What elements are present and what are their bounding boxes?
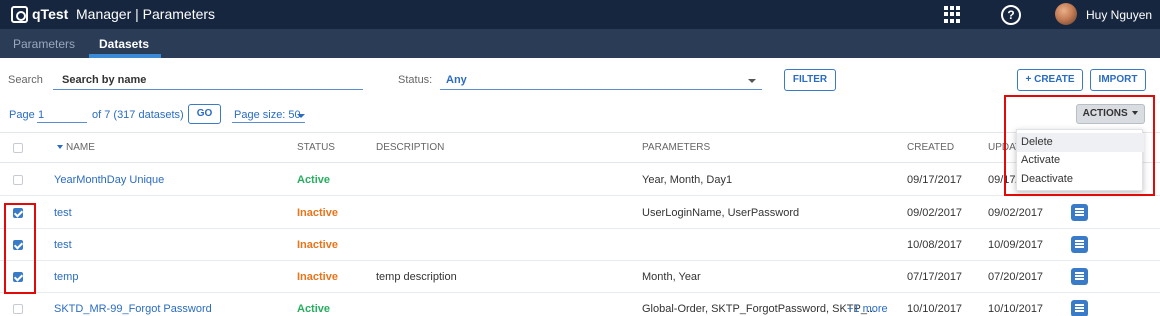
parameters-cell: Month, Year bbox=[642, 271, 701, 283]
sort-desc-icon bbox=[57, 145, 63, 150]
description-cell: temp description bbox=[376, 271, 457, 283]
tab-parameters[interactable]: Parameters bbox=[13, 37, 75, 51]
status-label: Status: bbox=[398, 74, 433, 86]
apps-grid-icon[interactable] bbox=[944, 6, 961, 23]
chevron-down-icon bbox=[297, 114, 305, 118]
dataset-name-link[interactable]: temp bbox=[54, 271, 78, 283]
qtest-logo-icon bbox=[11, 6, 28, 23]
dataset-name-link[interactable]: YearMonthDay Unique bbox=[54, 174, 164, 186]
view-details-icon[interactable] bbox=[1071, 236, 1088, 253]
status-badge: Active bbox=[297, 174, 331, 186]
table-header: NAME STATUS DESCRIPTION PARAMETERS CREAT… bbox=[0, 132, 1160, 163]
status-badge: Inactive bbox=[297, 207, 338, 219]
created-date: 10/08/2017 bbox=[907, 239, 963, 251]
column-header-parameters[interactable]: PARAMETERS bbox=[642, 142, 710, 153]
app-title: Manager | Parameters bbox=[76, 6, 216, 22]
page-label: Page bbox=[9, 109, 35, 121]
table-row[interactable]: test Inactive 10/08/2017 10/09/2017 bbox=[0, 229, 1160, 261]
dataset-name-link[interactable]: test bbox=[54, 239, 72, 251]
created-date: 09/17/2017 bbox=[907, 174, 963, 186]
user-name[interactable]: Huy Nguyen bbox=[1086, 8, 1152, 22]
pagination-row: Page 1 of 7 (317 datasets) GO Page size:… bbox=[0, 100, 1160, 130]
search-input[interactable]: Search by name bbox=[53, 70, 363, 90]
go-button[interactable]: GO bbox=[188, 104, 221, 124]
parameters-cell: Year, Month, Day1 bbox=[642, 174, 733, 186]
search-placeholder: Search by name bbox=[62, 74, 147, 86]
more-parameters-link[interactable]: +1 more bbox=[847, 303, 888, 315]
row-checkbox[interactable] bbox=[13, 304, 23, 314]
highlight-actions-box bbox=[1004, 95, 1155, 196]
page-number: 1 bbox=[38, 109, 45, 121]
brand-name: qTest bbox=[32, 6, 69, 22]
parameters-cell: Global-Order, SKTP_ForgotPassword, SKTP_… bbox=[642, 303, 877, 315]
dataset-name-link[interactable]: test bbox=[54, 207, 72, 219]
top-bar: qTest Manager | Parameters ? Huy Nguyen bbox=[0, 0, 1160, 29]
import-button[interactable]: IMPORT bbox=[1090, 69, 1146, 91]
column-header-label: NAME bbox=[66, 142, 95, 153]
created-date: 10/10/2017 bbox=[907, 303, 963, 315]
chevron-down-icon bbox=[748, 79, 756, 83]
status-badge: Inactive bbox=[297, 239, 338, 251]
page-count-text: of 7 (317 datasets) bbox=[92, 109, 184, 121]
filter-button[interactable]: FILTER bbox=[784, 69, 836, 91]
parameters-cell: UserLoginName, UserPassword bbox=[642, 207, 800, 219]
table-row[interactable]: test Inactive UserLoginName, UserPassword 0… bbox=[0, 197, 1160, 229]
highlight-checkboxes-box bbox=[4, 203, 36, 294]
created-date: 09/02/2017 bbox=[907, 207, 963, 219]
column-header-created[interactable]: CREATED bbox=[907, 142, 954, 153]
view-details-icon[interactable] bbox=[1071, 268, 1088, 285]
page-input[interactable]: 1 bbox=[37, 106, 87, 123]
updated-date: 10/10/2017 bbox=[988, 303, 1044, 315]
select-all-checkbox[interactable] bbox=[13, 143, 23, 153]
column-header-description[interactable]: DESCRIPTION bbox=[376, 142, 444, 153]
view-details-icon[interactable] bbox=[1071, 300, 1088, 316]
tab-datasets[interactable]: Datasets bbox=[99, 37, 149, 51]
page-size-value: Page size: 50 bbox=[234, 109, 301, 121]
nav-bar: Parameters Datasets bbox=[0, 29, 1160, 58]
create-button[interactable]: + CREATE bbox=[1017, 69, 1083, 91]
dataset-name-link[interactable]: SKTD_MR-99_Forgot Password bbox=[54, 303, 212, 315]
view-details-icon[interactable] bbox=[1071, 204, 1088, 221]
column-header-status[interactable]: STATUS bbox=[297, 142, 335, 153]
status-badge: Active bbox=[297, 303, 331, 315]
updated-date: 10/09/2017 bbox=[988, 239, 1044, 251]
status-value: Any bbox=[446, 74, 467, 86]
help-icon[interactable]: ? bbox=[1001, 5, 1021, 25]
updated-date: 07/20/2017 bbox=[988, 271, 1044, 283]
table-row[interactable]: temp Inactive temp description Month, Year 0… bbox=[0, 261, 1160, 293]
table-row[interactable]: SKTD_MR-99_Forgot Password Active Global-O… bbox=[0, 293, 1160, 316]
avatar[interactable] bbox=[1055, 3, 1077, 25]
updated-date: 09/02/2017 bbox=[988, 207, 1044, 219]
column-header-name[interactable]: NAME bbox=[57, 142, 95, 153]
status-select[interactable]: Any bbox=[440, 70, 762, 90]
row-checkbox[interactable] bbox=[13, 175, 23, 185]
created-date: 07/17/2017 bbox=[907, 271, 963, 283]
search-label: Search bbox=[8, 74, 43, 86]
search-row: Search Search by name Status: Any FILTER… bbox=[0, 58, 1160, 100]
page-size-select[interactable]: Page size: 50 bbox=[232, 106, 305, 123]
status-badge: Inactive bbox=[297, 271, 338, 283]
table-row[interactable]: YearMonthDay Unique Active Year, Month, Da… bbox=[0, 164, 1160, 196]
